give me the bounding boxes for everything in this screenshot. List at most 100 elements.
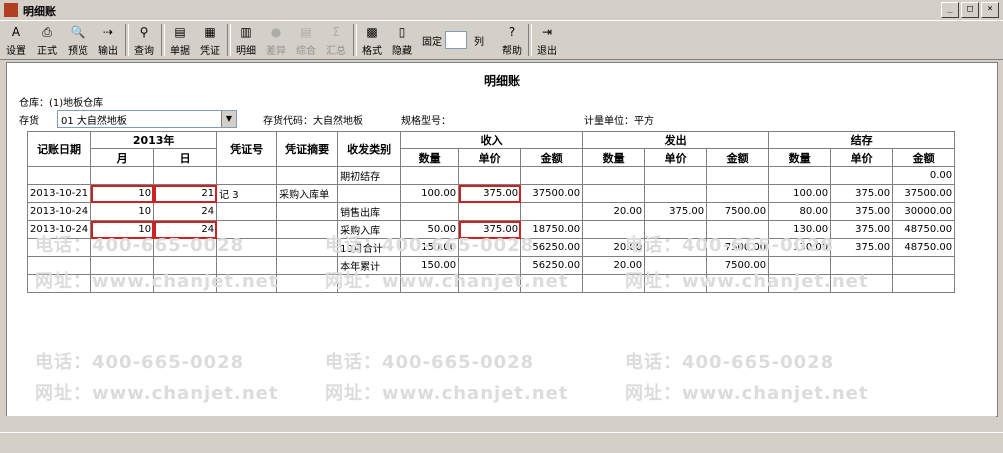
table-cell: 37500.00	[520, 184, 584, 203]
table-cell: 150.00	[400, 238, 460, 257]
query-button[interactable]: ⚲ 查询	[132, 23, 156, 57]
table-cell: 375.00	[830, 238, 894, 257]
table-row[interactable]: 2013-10-24 10 24 销售出库 20.00 375.00 7500.00 80.0…	[26, 202, 956, 221]
table-cell	[26, 274, 92, 293]
table-cell: 20.00	[582, 256, 646, 275]
header-bal-price: 单价	[830, 148, 894, 167]
title-bar: 明细账 _ □ ×	[0, 0, 1003, 21]
table-cell	[830, 166, 894, 185]
export-button[interactable]: ⇢ 输出	[96, 23, 120, 57]
table-cell	[706, 274, 770, 293]
sum-button[interactable]: Σ 汇总	[324, 23, 348, 57]
settings-button[interactable]: A 设置	[4, 23, 28, 57]
header-balance: 结存	[768, 131, 956, 149]
table-row[interactable]: 期初结存 0.00	[26, 166, 956, 185]
table-cell: 37500.00	[892, 184, 956, 203]
detail-button[interactable]: ▥ 明细	[234, 23, 258, 57]
table-cell	[90, 256, 155, 275]
watermark-site: 网址：www.chanjet.net	[35, 383, 279, 404]
restore-button[interactable]: □	[961, 2, 979, 18]
table-cell	[216, 202, 278, 221]
format-icon: ▩	[366, 25, 378, 39]
header-year: 2013年	[90, 131, 218, 149]
fixed-column-input[interactable]	[445, 31, 467, 49]
table-cell	[706, 166, 770, 185]
table-cell	[706, 220, 770, 239]
header-in: 收入	[400, 131, 584, 149]
diff-button[interactable]: ● 差异	[264, 23, 288, 57]
table-row[interactable]: 10月合计 150.00 56250.00 20.00 7500.00 130.00 375…	[26, 238, 956, 257]
table-cell	[153, 274, 218, 293]
table-cell	[276, 274, 339, 293]
item-select[interactable]: 01 大自然地板 ▼	[57, 110, 237, 128]
header-in-amount: 金额	[520, 148, 584, 167]
table-cell	[153, 238, 218, 257]
table-cell: 2013-10-24	[26, 202, 92, 221]
report-area: 明细账 仓库：(1)地板仓库 存货 01 大自然地板 ▼ 存货代码：大自然地板 …	[6, 62, 998, 417]
preview-button[interactable]: 🔍 预览	[66, 23, 90, 57]
table-cell: 24	[153, 220, 218, 239]
table-cell: 2013-10-24	[26, 220, 92, 239]
summary-icon: ▤	[300, 25, 312, 39]
detail-icon: ▥	[240, 25, 252, 39]
table-cell: 0.00	[892, 166, 956, 185]
report-title: 明细账	[483, 74, 520, 88]
table-row[interactable]: 本年累计 150.00 56250.00 20.00 7500.00	[26, 256, 956, 275]
item-code: 存货代码：大自然地板	[263, 116, 363, 127]
table-cell	[216, 166, 278, 185]
close-button[interactable]: ×	[981, 2, 999, 18]
header-month: 月	[90, 148, 155, 167]
header-out-price: 单价	[644, 148, 708, 167]
table-cell: 100.00	[400, 184, 460, 203]
print-button[interactable]: ⎙ 正式	[35, 23, 59, 57]
table-cell	[400, 166, 460, 185]
table-cell: 10月合计	[337, 238, 402, 257]
fixed-column-control: 固定 列	[420, 27, 488, 53]
window-title: 明细账	[23, 5, 56, 18]
document-icon: ▤	[174, 25, 186, 39]
format-button[interactable]: ▩ 格式	[360, 23, 384, 57]
table-cell: 10	[90, 220, 155, 239]
help-button[interactable]: ? 帮助	[500, 23, 524, 57]
hide-button[interactable]: ▯ 隐藏	[390, 23, 414, 57]
table-cell	[892, 274, 956, 293]
watermark-site: 网址：www.chanjet.net	[625, 383, 869, 404]
table-row[interactable]: 2013-10-21 10 21 记 3 采购入库单 100.00 375.00 37500.…	[26, 184, 956, 203]
column-label: 列	[474, 37, 484, 48]
table-cell	[520, 166, 584, 185]
table-cell	[582, 220, 646, 239]
preview-icon: 🔍	[70, 25, 86, 39]
settings-icon: A	[11, 25, 21, 39]
header-bal-amount: 金额	[892, 148, 956, 167]
export-icon: ⇢	[102, 25, 114, 39]
chevron-down-icon[interactable]: ▼	[221, 111, 236, 127]
table-cell	[830, 256, 894, 275]
toolbar: A 设置 ⎙ 正式 🔍 预览 ⇢ 输出 ⚲ 查询 ▤ 单据 ▦ 凭证 ▥ 明细 ● 差异 ▤ 综合 …	[0, 21, 1003, 60]
horizontal-scrollbar[interactable]	[6, 416, 996, 430]
binoculars-icon: ⚲	[139, 25, 149, 39]
watermark-phone: 电话：400-665-0028	[325, 352, 535, 373]
table-cell: 24	[153, 202, 218, 221]
table-cell	[26, 256, 92, 275]
table-cell	[400, 274, 460, 293]
voucher-icon: ▦	[204, 25, 216, 39]
summary-button[interactable]: ▤ 综合	[294, 23, 318, 57]
header-in-price: 单价	[458, 148, 522, 167]
table-cell: 100.00	[768, 184, 832, 203]
table-cell: 375.00	[830, 202, 894, 221]
header-out-amount: 金额	[706, 148, 770, 167]
document-button[interactable]: ▤ 单据	[168, 23, 192, 57]
header-in-qty: 数量	[400, 148, 460, 167]
table-cell: 7500.00	[706, 256, 770, 275]
table-cell	[644, 184, 708, 203]
table-cell	[216, 256, 278, 275]
voucher-button[interactable]: ▦ 凭证	[198, 23, 222, 57]
table-cell	[768, 256, 832, 275]
table-row[interactable]: 2013-10-24 10 24 采购入库 50.00 375.00 18750.00 130…	[26, 220, 956, 239]
minimize-button[interactable]: _	[941, 2, 959, 18]
exit-button[interactable]: ⇥ 退出	[535, 23, 559, 57]
table-cell: 10	[90, 184, 155, 203]
table-cell: 80.00	[768, 202, 832, 221]
table-cell: 130.00	[768, 220, 832, 239]
table-cell	[768, 274, 832, 293]
